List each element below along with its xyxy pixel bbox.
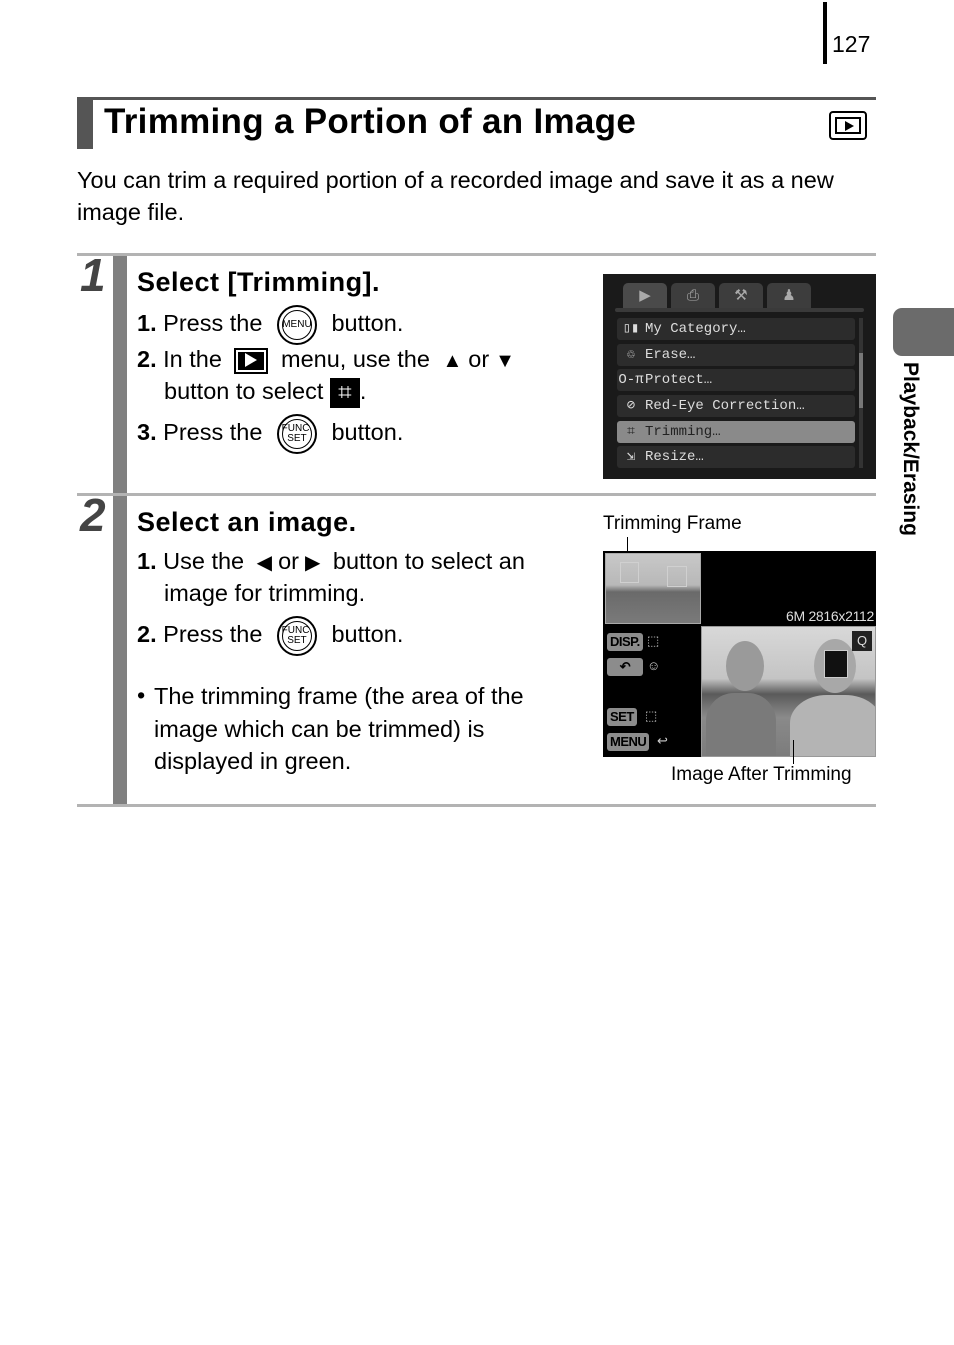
step-title: Select an image. (137, 507, 357, 537)
face-frame (620, 562, 639, 583)
menu-item-trimming: ⌗ Trimming… (617, 421, 855, 443)
heading-rule (77, 97, 876, 100)
return-icon: ↩ (657, 733, 668, 748)
red-eye-icon: ⊘ (626, 398, 636, 414)
leader-line (793, 740, 794, 764)
step-number: 1 (80, 249, 106, 301)
menu-item-erase: ♲ Erase… (617, 344, 855, 366)
section-tab-marker (893, 308, 954, 356)
step-divider (77, 493, 876, 496)
right-arrow-icon: ▶ (304, 551, 321, 574)
set-button-label: SET (607, 708, 637, 726)
trimming-icon: ⌗ (627, 424, 635, 440)
zoom-icon: Q (852, 631, 872, 651)
playback-menu-icon (234, 347, 269, 374)
trimming-screen-screenshot: 6M 2816x2112 DISP. ⬚ ↶ ☺ SET ⬚ MENU ↩ Q (603, 551, 876, 757)
key-icon: O‑π (618, 372, 644, 388)
step-2-bar (113, 496, 127, 805)
disp-button-label: DISP. (607, 633, 643, 651)
menu-item-protect: O‑πProtect… (617, 369, 855, 391)
func-set-button-icon: FUNC. SET (276, 616, 317, 656)
menu-item-resize: ⇲ Resize… (617, 446, 855, 468)
frame-switch-icon: ⬚ (647, 633, 660, 648)
instruction-item-continued: image for trimming. (164, 580, 366, 606)
menu-button-label: MENU (607, 733, 650, 751)
left-arrow-icon: ◀ (256, 551, 273, 574)
bullet-note: The trimming frame (the area of the imag… (154, 683, 524, 774)
func-set-button-icon: FUNC. SET (276, 414, 317, 454)
playback-tab-icon: ▶ (623, 283, 667, 309)
bullet-marker: • (137, 682, 146, 708)
resize-icon: ⇲ (626, 449, 636, 465)
step-title: Select [Trimming]. (137, 267, 381, 297)
instruction-item: 1. Press the MENU button. (137, 305, 403, 345)
step-1-bar (113, 256, 127, 494)
instruction-item: 2. In the menu, use the ▲ or ▼ (137, 344, 521, 376)
image-after-trimming-preview: Q (701, 626, 876, 757)
section-tab-label: Playback/Erasing (899, 362, 922, 536)
page-title: Trimming a Portion of an Image (104, 102, 637, 141)
my-category-icon: ▯▮ (622, 321, 640, 337)
trimming-icon: ⌗ (329, 377, 360, 408)
caption-trimming-frame: Trimming Frame (603, 513, 742, 534)
menu-item-red-eye: ⊘ Red-Eye Correction… (617, 395, 855, 417)
playback-mode-icon (829, 111, 867, 140)
resolution-readout: 6M 2816x2112 (786, 608, 874, 624)
step-divider (77, 804, 876, 807)
page-number: 127 (832, 31, 871, 57)
heading-accent-bar (77, 100, 93, 149)
down-arrow-icon: ▼ (495, 349, 515, 372)
menu-item-my-category: ▯▮ My Category… (617, 318, 855, 340)
caption-image-after-trimming: Image After Trimming (671, 764, 852, 785)
face-select-icon (824, 650, 848, 678)
step-divider (77, 253, 876, 256)
page-number-bar (823, 2, 827, 64)
up-arrow-icon: ▲ (442, 349, 463, 372)
print-tab-icon: ⎙ (671, 283, 715, 309)
intro-text: You can trim a required portion of a rec… (77, 167, 834, 225)
face-icon: ☺ (647, 658, 661, 673)
instruction-item-continued: button to select ⌗. (164, 377, 367, 408)
my-camera-tab-icon: ♟ (767, 283, 811, 309)
step-number: 2 (80, 489, 106, 541)
setup-tab-icon: ⚒ (719, 283, 763, 309)
trimming-frame-thumbnail (605, 553, 701, 624)
instruction-item: 3. Press the FUNC. SET button. (137, 414, 403, 454)
menu-button-icon: MENU (276, 305, 317, 345)
rotate-control-label: ↶ (607, 658, 643, 676)
face-frame (667, 566, 687, 587)
instruction-item: 2. Press the FUNC. SET button. (137, 616, 403, 656)
trim-icon: ⬚ (645, 708, 658, 723)
instruction-item: 1. Use the ◀ or ▶ button to select an (137, 546, 525, 578)
camera-menu-screenshot: ▶ ⎙ ⚒ ♟ ▯▮ My Category… ♲ Erase… O‑πProtec… (603, 274, 876, 479)
menu-scrollbar (859, 318, 863, 468)
erase-icon: ♲ (626, 347, 636, 363)
